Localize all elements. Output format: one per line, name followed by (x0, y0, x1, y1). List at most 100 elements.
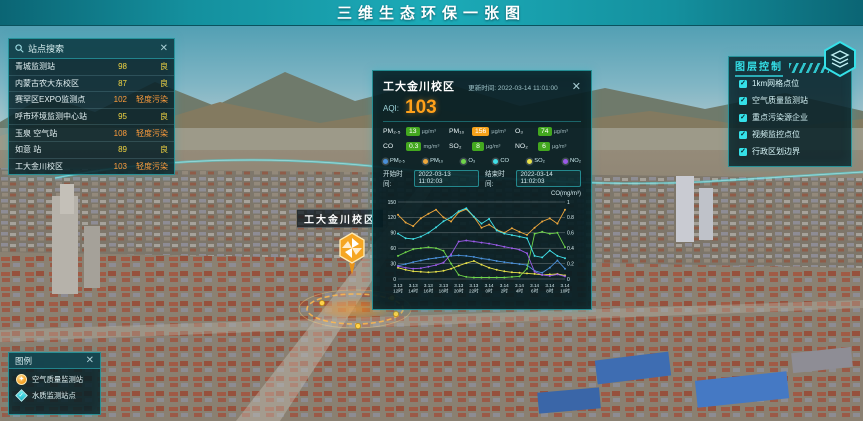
series-legend-chip[interactable]: CO (493, 158, 509, 164)
map-legend-panel: 图例 ✕ ✦空气质量监测站✓水质监测站点 (8, 352, 101, 415)
svg-text:0: 0 (393, 277, 396, 283)
start-time-input[interactable]: 2022-03-13 11:02:03 (414, 170, 479, 187)
svg-text:3.1318时: 3.1318时 (439, 283, 449, 294)
pollutant-name: NO₂ (515, 143, 536, 150)
station-name: 青城监测站 (15, 61, 107, 72)
water-station-marker-icon: ✓ (15, 389, 28, 402)
series-color-dot (423, 159, 428, 164)
end-time-label: 结束时间: (485, 168, 512, 188)
aqi-value: 103 (405, 97, 437, 119)
series-legend-chip[interactable]: SO₂ (527, 158, 545, 164)
series-legend-label: O₃ (468, 158, 475, 164)
station-status: 轻度污染 (132, 94, 168, 105)
pollutant-unit: µg/m³ (552, 144, 566, 150)
series-legend: PM₂.₅ PM₁₀ O₃ CO SO₂ NO₂ (383, 158, 581, 164)
pollutant-cell: PM₁₀156µg/m³ (449, 127, 515, 136)
svg-text:3.142时: 3.142时 (500, 283, 509, 294)
app-header: 三维生态环保一张图 (0, 0, 863, 26)
station-status: 轻度污染 (132, 161, 168, 172)
layer-item[interactable]: ✓ 视频监控点位 (729, 126, 851, 143)
layer-item-label: 重点污染源企业 (752, 112, 808, 123)
pollutant-name: CO (383, 143, 404, 150)
end-time-input[interactable]: 2022-03-14 11:02:03 (516, 170, 581, 187)
svg-text:3.1320时: 3.1320时 (454, 283, 464, 294)
series-legend-label: CO (500, 158, 509, 164)
series-legend-chip[interactable]: PM₂.₅ (383, 158, 405, 164)
layers-hexagon-button[interactable] (821, 40, 859, 78)
series-color-dot (563, 159, 568, 164)
close-icon[interactable]: ✕ (86, 356, 94, 366)
station-name: 玉泉 空气站 (15, 128, 107, 139)
station-aqi-value: 108 (107, 129, 127, 138)
pollutant-cell: SO₂8µg/m³ (449, 142, 515, 151)
station-status: 良 (132, 78, 168, 89)
station-aqi-value: 102 (107, 95, 127, 104)
pollutant-cell: O₃74µg/m³ (515, 127, 581, 136)
checkbox-checked-icon[interactable]: ✓ (739, 131, 747, 139)
map-station-tooltip[interactable]: 工大金川校区 (297, 209, 383, 228)
checkbox-checked-icon[interactable]: ✓ (739, 148, 747, 156)
close-icon[interactable]: ✕ (572, 82, 581, 93)
series-legend-chip[interactable]: O₃ (461, 158, 475, 164)
layer-item-label: 视频监控点位 (752, 129, 800, 140)
station-panel-title: 站点搜索 (28, 42, 64, 55)
station-status: 轻度污染 (132, 128, 168, 139)
svg-text:3.1312时: 3.1312时 (393, 283, 403, 294)
svg-text:150: 150 (388, 200, 397, 206)
station-row[interactable]: 赛罕区EXPO监测点102轻度污染 (9, 92, 174, 109)
layer-item[interactable]: ✓行政区划边界 (729, 143, 851, 160)
station-aqi-value: 89 (107, 145, 127, 154)
app-root: { "header": { "title": "三维生态环保一张图" }, "l… (0, 0, 863, 421)
checkbox-checked-icon[interactable]: ✓ (739, 114, 747, 122)
checkbox-checked-icon[interactable]: ✓ (739, 80, 747, 88)
layer-item[interactable]: ✓空气质量监测站 (729, 92, 851, 109)
series-color-dot (527, 159, 532, 164)
layer-list: ✓1km网格点位✓空气质量监测站✓重点污染源企业✓视频监控点位✓行政区划边界 (729, 75, 851, 160)
layer-panel-title: 图层控制 (735, 58, 783, 77)
station-row[interactable]: 工大金川校区103轻度污染 (9, 159, 174, 176)
pollutant-value: 13 (406, 127, 420, 136)
pollutant-cell: NO₂6µg/m³ (515, 142, 581, 151)
legend-panel-title: 图例 (15, 355, 32, 367)
legend-list: ✦空气质量监测站✓水质监测站点 (9, 369, 100, 401)
station-row[interactable]: 青城监测站98良 (9, 59, 174, 76)
trend-chart[interactable]: 15011200.8900.6600.4300.2003.1312时3.1314… (383, 197, 583, 301)
pollutant-unit: µg/m³ (491, 129, 505, 135)
svg-text:60: 60 (390, 246, 396, 252)
pollutant-name: PM₁₀ (449, 128, 470, 135)
divider (383, 121, 581, 122)
aqi-label: AQI: (383, 104, 399, 113)
pollutant-value: 6 (538, 142, 550, 151)
station-row[interactable]: 呼市环境监测中心站95良 (9, 109, 174, 126)
series-legend-label: PM₁₀ (430, 158, 443, 164)
svg-text:3.1316时: 3.1316时 (424, 283, 434, 294)
close-icon[interactable]: ✕ (160, 44, 168, 54)
pollutant-unit: µg/m³ (554, 129, 568, 135)
pollutant-value: 0.3 (406, 142, 421, 151)
search-icon[interactable] (15, 44, 24, 53)
layer-item-label: 1km网格点位 (752, 78, 799, 89)
station-row[interactable]: 如意 站89 良 (9, 142, 174, 159)
svg-text:0.4: 0.4 (567, 246, 574, 252)
station-status: 良 (132, 144, 168, 155)
series-legend-label: PM₂.₅ (390, 158, 405, 164)
station-name: 内蒙古农大东校区 (15, 78, 107, 89)
station-row[interactable]: 内蒙古农大东校区87良 (9, 76, 174, 93)
station-marker-icon[interactable] (337, 231, 367, 277)
station-name: 如意 站 (15, 144, 107, 155)
series-legend-chip[interactable]: NO₂ (563, 158, 581, 164)
svg-text:3.1322时: 3.1322时 (469, 283, 479, 294)
series-legend-label: SO₂ (534, 158, 545, 164)
series-legend-label: NO₂ (570, 158, 581, 164)
station-panel-header: 站点搜索 ✕ (9, 39, 174, 59)
time-range: 开始时间: 2022-03-13 11:02:03 结束时间: 2022-03-… (383, 168, 581, 188)
checkbox-checked-icon[interactable]: ✓ (739, 97, 747, 105)
layer-item[interactable]: ✓ 重点污染源企业 (729, 109, 851, 126)
series-legend-chip[interactable]: PM₁₀ (423, 158, 443, 164)
pollutant-grid: PM₂.₅13µg/m³PM₁₀156µg/m³O₃74µg/m³CO0.3mg… (383, 127, 581, 151)
svg-text:3.148时: 3.148时 (545, 283, 554, 294)
station-row[interactable]: 玉泉 空气站108 轻度污染 (9, 125, 174, 142)
update-time: 更新时间: 2022-03-14 11:01:00 (468, 82, 558, 92)
svg-text:30: 30 (390, 261, 396, 267)
svg-text:120: 120 (388, 215, 397, 221)
